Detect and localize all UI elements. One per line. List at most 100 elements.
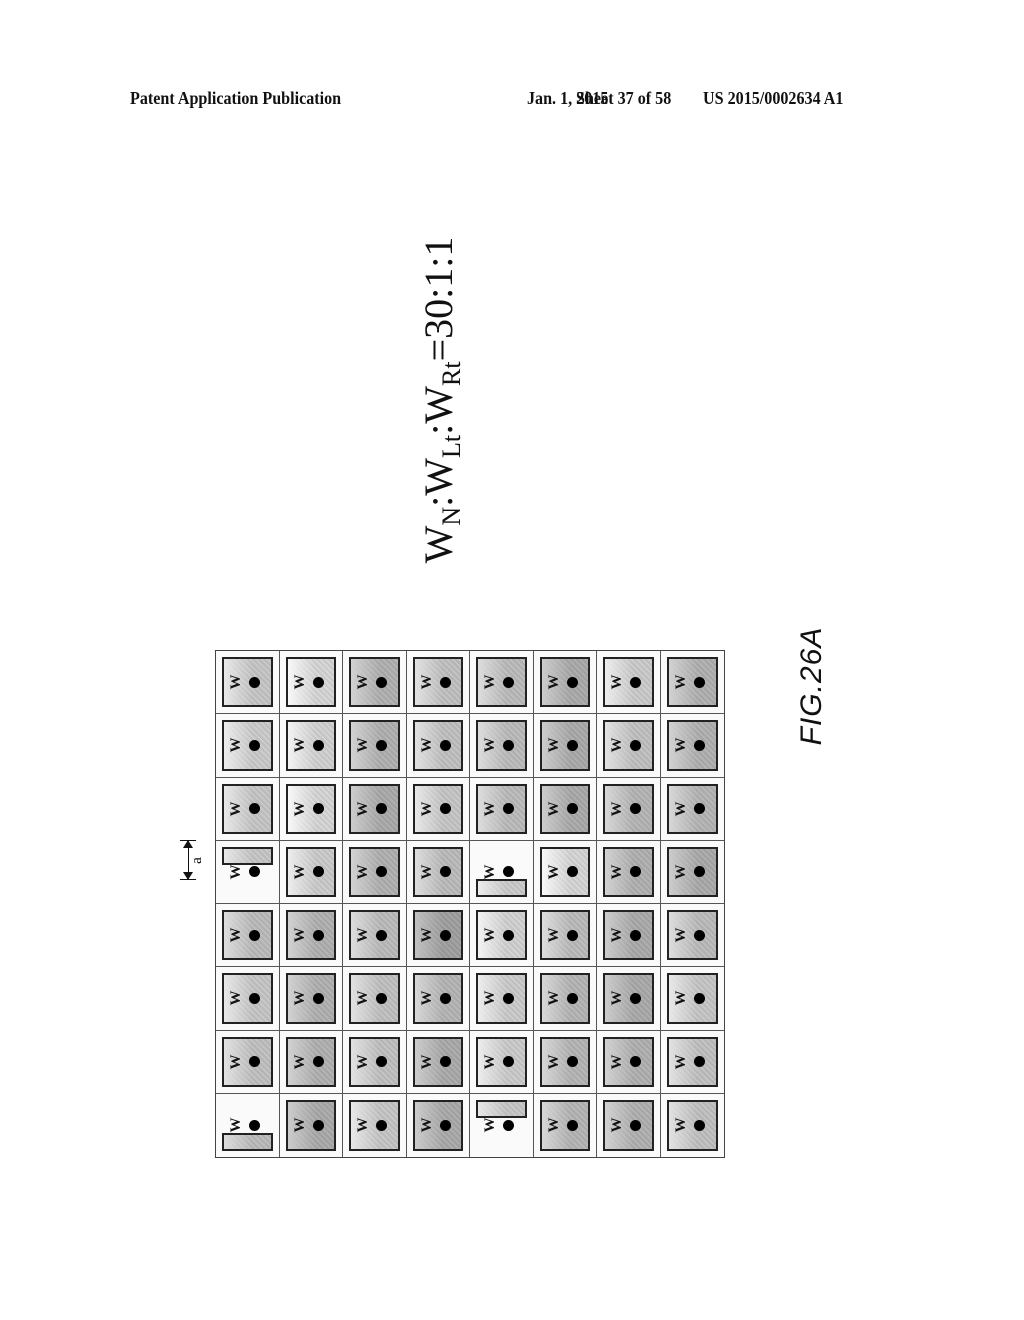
pixel-center-dot — [312, 676, 324, 688]
pixel-cell: W — [216, 840, 280, 904]
pixel-label: W — [291, 1054, 308, 1070]
pixel-center-dot — [312, 739, 324, 751]
pixel-label: W — [545, 801, 562, 817]
pixel-marker: W — [608, 862, 648, 882]
pixel-marker: W — [545, 799, 585, 819]
pixel-center-dot — [439, 866, 451, 878]
pixel-cell: W — [533, 777, 597, 841]
pixel-label: W — [482, 1054, 499, 1070]
pixel-center-dot — [694, 739, 706, 751]
pixel-marker: W — [291, 799, 331, 819]
pixel-label: W — [291, 737, 308, 753]
pixel-cell: W — [660, 714, 724, 778]
pixel-marker: W — [354, 799, 394, 819]
pixel-cell: W — [533, 1093, 597, 1157]
pixel-cell: W — [470, 840, 534, 904]
pixel-center-dot — [566, 992, 578, 1004]
pixel-cell: W — [533, 1030, 597, 1094]
pixel-marker: W — [418, 1052, 458, 1072]
pixel-label: W — [418, 990, 435, 1006]
pixel-marker: W — [545, 1052, 585, 1072]
pixel-cell: W — [279, 1093, 343, 1157]
pixel-center-dot — [566, 1119, 578, 1131]
pixel-center-dot — [249, 739, 261, 751]
pixel-marker: W — [672, 799, 712, 819]
pixel-label: W — [673, 864, 690, 880]
pixel-cell: W — [406, 904, 470, 968]
pixel-center-dot — [312, 803, 324, 815]
pixel-marker: W — [227, 925, 267, 945]
pixel-center-dot — [439, 992, 451, 1004]
ratio-symbol: W — [416, 525, 461, 564]
pixel-center-dot — [439, 676, 451, 688]
pixel-label: W — [545, 864, 562, 880]
pixel-center-dot — [566, 739, 578, 751]
pixel-cell: W — [597, 840, 661, 904]
pixel-cell: W — [279, 777, 343, 841]
pixel-label: W — [291, 1117, 308, 1133]
weight-ratio-text: WN:WLt:WRt=30:1:1 — [415, 237, 467, 564]
pixel-center-dot — [249, 803, 261, 815]
pixel-label: W — [609, 801, 626, 817]
pixel-marker: W — [354, 672, 394, 692]
pixel-label: W — [418, 1117, 435, 1133]
pixel-cell: W — [216, 904, 280, 968]
pixel-cell: W — [533, 651, 597, 715]
pixel-label: W — [673, 1117, 690, 1133]
pixel-label: W — [355, 927, 372, 943]
pixel-label: W — [545, 927, 562, 943]
pixel-array-grid: W W W W W W W W W W W W W W W W W W W W W W W W W W W W W W W W W W W W W W W W… — [215, 650, 725, 1158]
pixel-label: W — [545, 990, 562, 1006]
pixel-marker: W — [354, 925, 394, 945]
pixel-center-dot — [439, 803, 451, 815]
pixel-label: W — [609, 1117, 626, 1133]
pixel-center-dot — [376, 992, 388, 1004]
pixel-marker: W — [672, 735, 712, 755]
pixel-label: W — [228, 1117, 245, 1133]
pixel-label: W — [418, 927, 435, 943]
pixel-label: W — [355, 737, 372, 753]
pixel-marker: W — [672, 1052, 712, 1072]
pixel-marker: W — [481, 672, 521, 692]
pixel-center-dot — [503, 992, 515, 1004]
pixel-center-dot — [694, 803, 706, 815]
pixel-marker: W — [227, 1115, 267, 1135]
pixel-cell: W — [343, 651, 407, 715]
pixel-center-dot — [249, 1056, 261, 1068]
pixel-label: W — [673, 674, 690, 690]
ratio-separator: : — [416, 423, 461, 435]
pixel-cell: W — [406, 967, 470, 1031]
pixel-center-dot — [503, 803, 515, 815]
sheet-number: Sheet 37 of 58 — [576, 88, 672, 108]
pixel-center-dot — [376, 739, 388, 751]
pixel-label: W — [355, 1117, 372, 1133]
pixel-cell: W — [343, 1030, 407, 1094]
pixel-marker: W — [291, 1052, 331, 1072]
pixel-cell: W — [470, 714, 534, 778]
pixel-center-dot — [503, 929, 515, 941]
pixel-label: W — [609, 1054, 626, 1070]
pixel-center-dot — [694, 676, 706, 688]
pixel-label: W — [355, 674, 372, 690]
dimension-tick-bottom — [180, 879, 196, 880]
pixel-label: W — [355, 864, 372, 880]
pixel-marker: W — [481, 735, 521, 755]
pixel-cell: W — [343, 777, 407, 841]
pixel-label: W — [482, 801, 499, 817]
pixel-cell: W — [216, 1093, 280, 1157]
pixel-marker: W — [418, 1115, 458, 1135]
pixel-center-dot — [312, 866, 324, 878]
pixel-marker: W — [291, 988, 331, 1008]
pixel-cell: W — [533, 840, 597, 904]
pixel-cell: W — [279, 714, 343, 778]
pixel-marker: W — [608, 735, 648, 755]
pixel-cell: W — [216, 777, 280, 841]
pixel-label: W — [291, 990, 308, 1006]
pixel-cell: W — [660, 1030, 724, 1094]
pixel-marker: W — [418, 925, 458, 945]
pixel-label: W — [228, 1054, 245, 1070]
pixel-marker: W — [608, 988, 648, 1008]
pixel-center-dot — [312, 992, 324, 1004]
figure-label-text: FIG.26A — [795, 626, 828, 746]
pixel-cell: W — [597, 1030, 661, 1094]
